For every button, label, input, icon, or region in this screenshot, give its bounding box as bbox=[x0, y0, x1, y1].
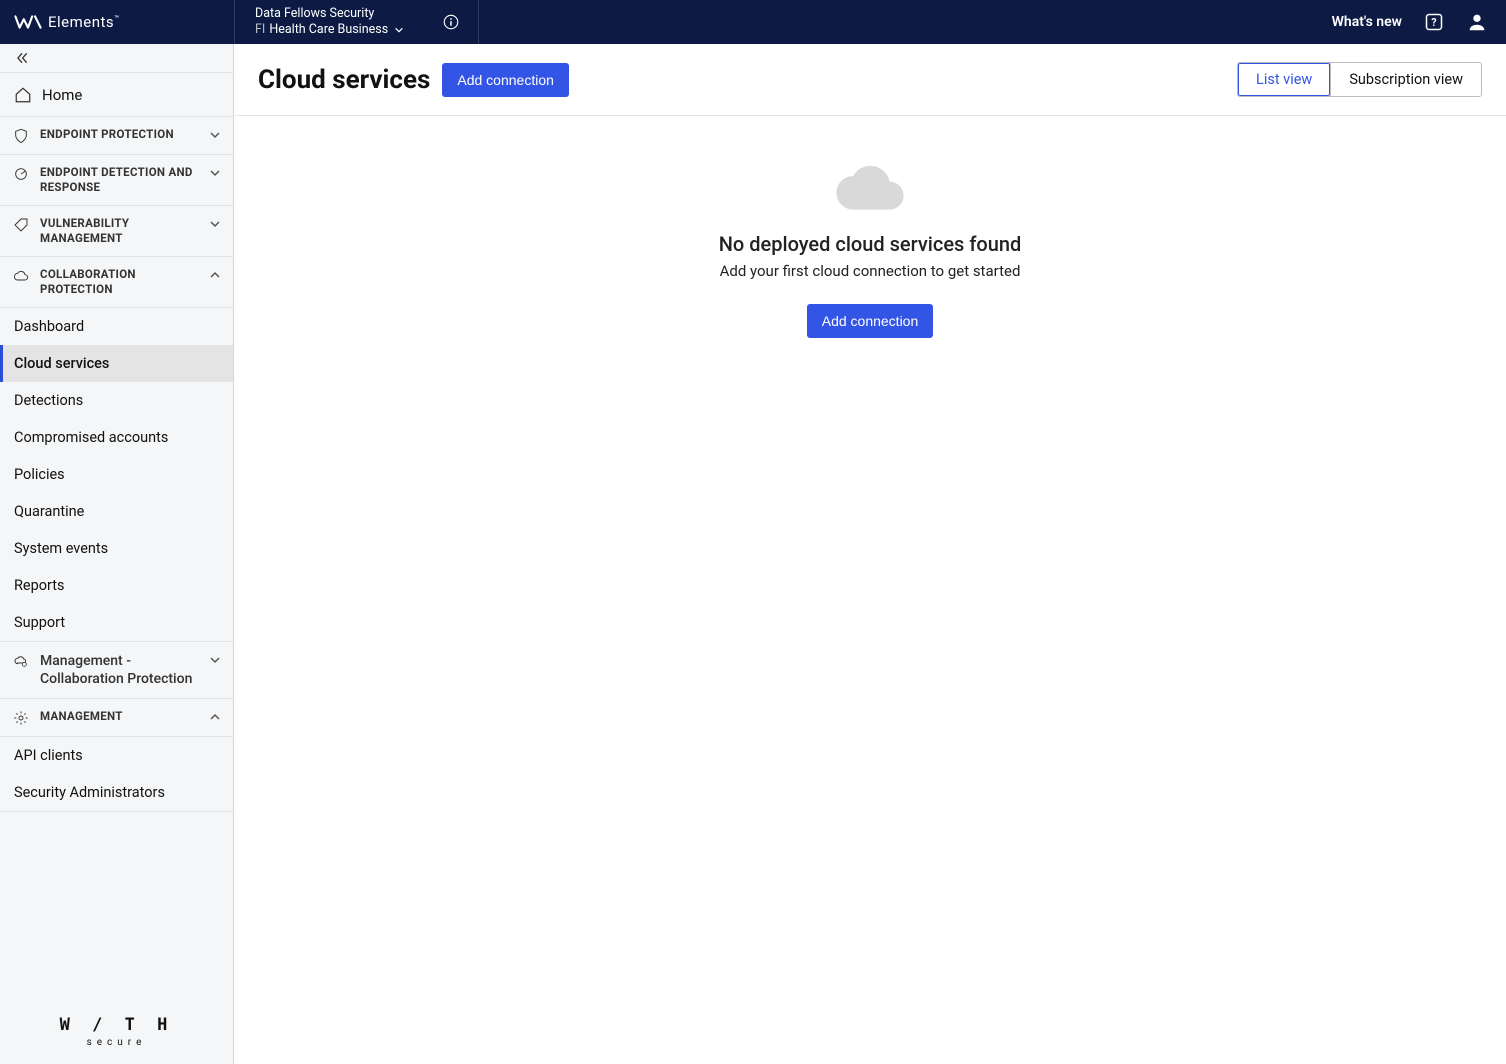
chevron-down-icon bbox=[394, 25, 404, 35]
chevron-up-icon bbox=[209, 269, 221, 281]
section-vulnerability[interactable]: Vulnerability Management bbox=[0, 206, 233, 257]
cloud-illustration-icon bbox=[825, 162, 915, 218]
sidebar-item-security-admins[interactable]: Security Administrators bbox=[0, 774, 233, 811]
section-edr-label: Endpoint Detection and Response bbox=[40, 165, 199, 195]
section-vm-label: Vulnerability Management bbox=[40, 216, 199, 246]
account-button[interactable] bbox=[1466, 11, 1488, 33]
sidebar: Home Endpoint Protection Endpoint Detect… bbox=[0, 44, 234, 1064]
sidebar-home-label: Home bbox=[42, 86, 82, 104]
collapse-sidebar-button[interactable] bbox=[14, 50, 30, 66]
help-icon: ? bbox=[1424, 12, 1444, 32]
sidebar-item-compromised-accounts[interactable]: Compromised accounts bbox=[0, 419, 233, 456]
section-endpoint-protection[interactable]: Endpoint Protection bbox=[0, 117, 233, 155]
svg-text:?: ? bbox=[1431, 16, 1436, 29]
withsecure-logo-text: W / T H bbox=[60, 1015, 174, 1035]
gear-cloud-icon bbox=[12, 653, 30, 669]
cp-subitems: Dashboard Cloud services Detections Comp… bbox=[0, 308, 233, 641]
brand-logo-icon bbox=[14, 12, 42, 32]
sidebar-item-reports[interactable]: Reports bbox=[0, 567, 233, 604]
cloud-icon bbox=[12, 268, 30, 284]
sidebar-item-detections[interactable]: Detections bbox=[0, 382, 233, 419]
page-header: Cloud services Add connection List view … bbox=[234, 44, 1506, 116]
section-cp-label: Collaboration Protection bbox=[40, 267, 199, 297]
brand: Elements™ bbox=[14, 0, 234, 44]
page-title: Cloud services bbox=[258, 65, 430, 95]
user-icon bbox=[1466, 11, 1488, 33]
sidebar-item-home[interactable]: Home bbox=[0, 73, 233, 117]
empty-state: No deployed cloud services found Add you… bbox=[234, 116, 1506, 1064]
chevron-down-icon bbox=[209, 218, 221, 230]
sidebar-item-policies[interactable]: Policies bbox=[0, 456, 233, 493]
org-name-line2: FI Health Care Business bbox=[255, 22, 404, 38]
main-content: Cloud services Add connection List view … bbox=[234, 44, 1506, 1064]
top-bar: Elements™ Data Fellows Security FI Healt… bbox=[0, 0, 1506, 44]
chevron-down-icon bbox=[209, 129, 221, 141]
section-collaboration-protection[interactable]: Collaboration Protection bbox=[0, 257, 233, 308]
empty-state-title: No deployed cloud services found bbox=[719, 232, 1022, 256]
help-button[interactable]: ? bbox=[1424, 12, 1444, 32]
org-name-line1: Data Fellows Security bbox=[255, 6, 404, 22]
whats-new-link[interactable]: What's new bbox=[1332, 14, 1402, 30]
brand-name: Elements™ bbox=[48, 13, 120, 31]
shield-icon bbox=[12, 128, 30, 144]
sidebar-item-system-events[interactable]: System events bbox=[0, 530, 233, 567]
org-info-button[interactable] bbox=[424, 0, 479, 44]
tag-icon bbox=[12, 217, 30, 233]
section-mcp-label: Management - Collaboration Protection bbox=[40, 652, 199, 688]
chevron-down-icon bbox=[209, 167, 221, 179]
mgmt-subitems: API clients Security Administrators bbox=[0, 737, 233, 811]
withsecure-logo-sub: secure bbox=[87, 1037, 147, 1048]
sidebar-footer-logo: W / T H secure bbox=[0, 997, 233, 1064]
chevron-double-left-icon bbox=[14, 50, 30, 66]
org-selector[interactable]: Data Fellows Security FI Health Care Bus… bbox=[234, 0, 424, 44]
sidebar-item-cloud-services[interactable]: Cloud services bbox=[0, 345, 233, 382]
empty-add-connection-button[interactable]: Add connection bbox=[807, 304, 934, 338]
sidebar-item-dashboard[interactable]: Dashboard bbox=[0, 308, 233, 345]
gear-icon bbox=[12, 710, 30, 726]
radar-icon bbox=[12, 166, 30, 182]
chevron-down-icon bbox=[209, 654, 221, 666]
sidebar-item-api-clients[interactable]: API clients bbox=[0, 737, 233, 774]
sidebar-item-quarantine[interactable]: Quarantine bbox=[0, 493, 233, 530]
empty-state-subtitle: Add your first cloud connection to get s… bbox=[720, 262, 1021, 280]
sidebar-item-support[interactable]: Support bbox=[0, 604, 233, 641]
home-icon bbox=[14, 86, 32, 104]
section-epp-label: Endpoint Protection bbox=[40, 127, 199, 142]
info-icon bbox=[442, 13, 460, 31]
chevron-up-icon bbox=[209, 711, 221, 723]
section-management[interactable]: Management bbox=[0, 699, 233, 737]
section-mgmt-label: Management bbox=[40, 709, 199, 724]
add-connection-button[interactable]: Add connection bbox=[442, 63, 569, 97]
view-subscription-tab[interactable]: Subscription view bbox=[1330, 63, 1481, 96]
section-management-cp[interactable]: Management - Collaboration Protection bbox=[0, 642, 233, 699]
view-list-tab[interactable]: List view bbox=[1238, 63, 1330, 96]
topbar-right: What's new ? bbox=[1332, 0, 1492, 44]
view-toggle: List view Subscription view bbox=[1237, 62, 1482, 97]
section-edr[interactable]: Endpoint Detection and Response bbox=[0, 155, 233, 206]
